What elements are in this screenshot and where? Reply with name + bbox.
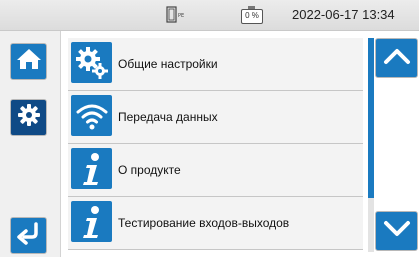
chevron-up-icon: [383, 47, 411, 70]
home-button[interactable]: [10, 43, 47, 80]
info-icon: [71, 148, 112, 189]
nav-divider: [60, 31, 61, 257]
battery-percent: 0 %: [245, 11, 259, 20]
menu-item-label: Общие настройки: [118, 57, 218, 71]
menu-item-label: Тестирование входов-выходов: [118, 216, 290, 230]
menu-item-label: О продукте: [118, 163, 181, 177]
scrollbar-thumb[interactable]: [368, 38, 374, 198]
home-icon: [16, 47, 42, 76]
menu-item-about-product[interactable]: О продукте: [68, 144, 363, 197]
plug-pe-icon: PE: [166, 6, 192, 24]
menu-item-io-testing[interactable]: Тестирование входов-выходов: [68, 197, 363, 250]
left-nav: [0, 31, 60, 257]
scroll-down-button[interactable]: [375, 211, 418, 251]
gear-icon: [17, 103, 41, 132]
scroll-up-button[interactable]: [375, 38, 418, 78]
gears-icon: [71, 42, 112, 83]
svg-text:PE: PE: [178, 13, 184, 19]
battery-indicator: 0 %: [241, 6, 263, 24]
settings-menu: Общие настройки Передача данных О продук…: [68, 38, 363, 252]
menu-item-label: Передача данных: [118, 110, 218, 124]
chevron-down-icon: [383, 220, 411, 243]
settings-button[interactable]: [10, 99, 47, 136]
menu-item-data-transfer[interactable]: Передача данных: [68, 91, 363, 144]
settings-screen: PE 0 % 2022-06-17 13:34 Общие настройки …: [0, 0, 419, 257]
return-arrow-icon: [16, 221, 42, 250]
info-icon: [71, 201, 112, 242]
status-bar: PE 0 % 2022-06-17 13:34: [0, 0, 419, 31]
wifi-icon: [71, 95, 112, 136]
date-time: 2022-06-17 13:34: [292, 7, 395, 22]
back-button[interactable]: [10, 217, 47, 254]
menu-item-general-settings[interactable]: Общие настройки: [68, 38, 363, 91]
